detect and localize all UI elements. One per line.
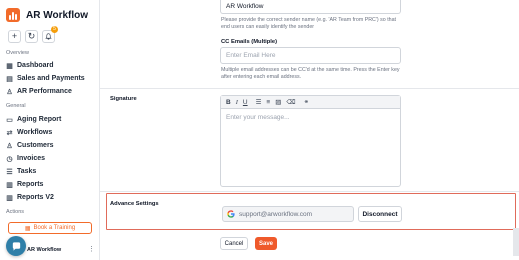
book-training-label: Book a Training xyxy=(33,225,76,231)
sidebar-item-ar-performance[interactable]: ♙ AR Performance xyxy=(6,88,72,96)
receipt-icon: ▤ xyxy=(6,75,13,83)
italic-button[interactable]: I xyxy=(236,99,238,106)
notification-badge: 5 xyxy=(51,26,58,33)
tasks-icon: ☰ xyxy=(6,168,13,176)
sidebar-item-label: Invoices xyxy=(17,155,46,162)
underline-button[interactable]: U xyxy=(243,99,248,106)
sidebar-item-sales-and-payments[interactable]: ▤ Sales and Payments xyxy=(6,75,85,83)
sidebar-item-dashboard[interactable]: ▦ Dashboard xyxy=(6,62,54,70)
sidebar-toolbar: + ↻ 5 xyxy=(8,26,58,43)
document-icon: ▭ xyxy=(6,116,13,124)
brand[interactable]: AR Workflow xyxy=(6,8,88,22)
sidebar-item-label: Dashboard xyxy=(17,62,54,69)
workspace-name: AR Workflow xyxy=(27,247,62,253)
sidebar-item-workflows[interactable]: ⇄ Workflows xyxy=(6,129,53,137)
workflow-icon: ⇄ xyxy=(6,129,13,137)
numbered-list-icon[interactable]: ≡ xyxy=(266,99,270,106)
section-divider xyxy=(100,88,519,89)
sidebar-item-aging-report[interactable]: ▭ Aging Report xyxy=(6,116,62,124)
google-email: support@arworkflow.com xyxy=(239,210,313,218)
chat-icon[interactable] xyxy=(6,236,26,256)
sidebar-item-label: AR Performance xyxy=(17,88,72,95)
book-training-button[interactable]: ▦ Book a Training xyxy=(8,222,92,234)
signature-label: Signature xyxy=(110,96,137,102)
reports-icon: ▥ xyxy=(6,194,13,202)
sender-name-input[interactable]: AR Workflow xyxy=(220,0,401,14)
section-actions: Actions xyxy=(6,209,25,215)
sidebar-item-reports[interactable]: ▥ Reports xyxy=(6,181,44,189)
image-icon[interactable]: ▨ xyxy=(275,98,281,106)
sidebar-item-label: Aging Report xyxy=(17,116,62,123)
cancel-button[interactable]: Cancel xyxy=(220,237,248,250)
sidebar-item-label: Tasks xyxy=(17,168,37,175)
app-logo-icon xyxy=(6,8,20,22)
link-icon[interactable]: ⚭ xyxy=(304,98,309,106)
sidebar-item-label: Customers xyxy=(17,142,54,149)
sender-name-help: Please provide the correct sender name (… xyxy=(221,17,397,30)
sidebar-item-label: Sales and Payments xyxy=(17,75,85,82)
reports-icon: ▥ xyxy=(6,181,13,189)
disconnect-button[interactable]: Disconnect xyxy=(358,206,402,222)
calendar-icon: ▦ xyxy=(24,225,31,232)
app-name: AR Workflow xyxy=(26,9,89,21)
sidebar: AR Workflow + ↻ 5 Overview ▦ Dashboard ▤… xyxy=(0,0,100,260)
cc-emails-input[interactable]: Enter Email Here xyxy=(220,47,401,64)
bullet-list-icon[interactable]: ☰ xyxy=(256,98,262,106)
users-icon: ♙ xyxy=(6,142,13,150)
cc-emails-label: CC Emails (Multiple) xyxy=(221,39,278,45)
sidebar-item-reports-v2[interactable]: ▥ Reports V2 xyxy=(6,194,54,202)
grid-icon: ▦ xyxy=(6,62,13,70)
sidebar-item-label: Reports V2 xyxy=(17,194,54,201)
advanced-settings-label: Advance Settings xyxy=(110,201,159,207)
sidebar-item-customers[interactable]: ♙ Customers xyxy=(6,142,54,150)
section-divider xyxy=(100,191,519,192)
cc-emails-help: Multiple email addresses can be CC'd at … xyxy=(221,67,400,80)
sidebar-item-tasks[interactable]: ☰ Tasks xyxy=(6,168,37,176)
section-general: General xyxy=(6,103,26,109)
more-options-icon[interactable]: ⋮ xyxy=(88,245,95,253)
section-overview: Overview xyxy=(6,50,29,56)
google-icon xyxy=(227,210,235,218)
add-icon[interactable]: + xyxy=(8,30,21,43)
signature-editor[interactable]: B I U ☰ ≡ ▨ ⌫ ⚭ Enter your message... xyxy=(220,95,401,187)
google-account-field: support@arworkflow.com xyxy=(222,206,354,222)
clear-format-icon[interactable]: ⌫ xyxy=(286,98,295,106)
sidebar-item-label: Workflows xyxy=(17,129,53,136)
user-icon: ♙ xyxy=(6,88,13,96)
scrollbar[interactable] xyxy=(513,228,519,256)
sidebar-item-label: Reports xyxy=(17,181,44,188)
editor-toolbar: B I U ☰ ≡ ▨ ⌫ ⚭ xyxy=(221,96,400,109)
sidebar-item-invoices[interactable]: ◷ Invoices xyxy=(6,155,46,163)
signature-placeholder[interactable]: Enter your message... xyxy=(221,109,400,126)
refresh-icon[interactable]: ↻ xyxy=(25,30,38,43)
bell-icon[interactable]: 5 xyxy=(42,26,58,43)
bold-button[interactable]: B xyxy=(226,99,231,106)
save-button[interactable]: Save xyxy=(255,237,277,250)
invoice-icon: ◷ xyxy=(6,155,13,163)
